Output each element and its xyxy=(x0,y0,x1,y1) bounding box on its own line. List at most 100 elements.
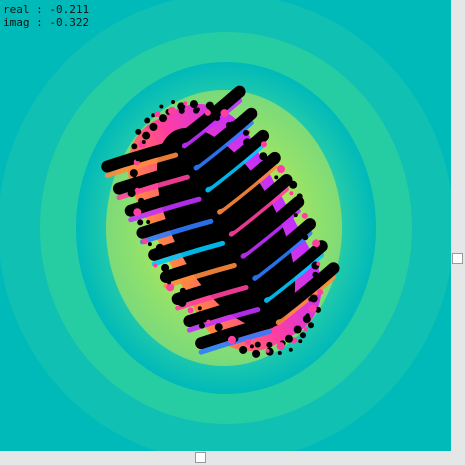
fractal-fringe-dot xyxy=(276,342,285,351)
fractal-fringe-dot xyxy=(169,269,176,276)
fractal-fringe-dot xyxy=(189,100,198,109)
fractal-fringe-dot xyxy=(311,246,316,251)
fractal-fringe-dot xyxy=(161,263,170,272)
fractal-fringe-dot xyxy=(149,122,158,131)
fractal-fringe-dot xyxy=(144,117,151,124)
fractal-fringe-dot xyxy=(179,287,186,294)
fractal-fringe-dot xyxy=(137,177,144,184)
fractal-fringe-dot xyxy=(307,322,314,329)
fractal-fringe-dot xyxy=(145,225,154,234)
fractal-fringe-dot xyxy=(301,212,308,219)
fractal-fringe-dot xyxy=(154,253,161,260)
fractal-fringe-dot xyxy=(135,128,142,135)
fractal-fringe-dot xyxy=(293,325,302,334)
fractal-fringe-dot xyxy=(260,141,267,148)
fractal-fringe-dot xyxy=(313,279,318,284)
fractal-fringe-dot xyxy=(214,323,223,332)
fractal-fringe-dot xyxy=(147,242,152,247)
fractal-fringe-dot xyxy=(317,289,324,296)
fractal-fringe-dot xyxy=(299,332,306,339)
fractal-fringe-dot xyxy=(206,319,211,324)
fractal-viewer-window: real : -0.211 imag : -0.322 xyxy=(0,0,465,465)
fractal-fringe-dot xyxy=(137,219,144,226)
fractal-fringe-dot xyxy=(284,334,293,343)
fractal-fringe-dot xyxy=(305,219,314,228)
fractal-fringe-dot xyxy=(196,311,205,320)
fractal-fringe-dot xyxy=(259,152,268,161)
fractal-fringe-dot xyxy=(133,208,142,217)
fractal-canvas[interactable]: real : -0.211 imag : -0.322 xyxy=(0,0,451,451)
horizontal-scrollbar[interactable] xyxy=(0,451,451,465)
fractal-fringe-dot xyxy=(141,140,146,145)
fractal-fringe-dot xyxy=(215,331,222,338)
fractal-fringe-dot xyxy=(220,109,229,118)
fractal-fringe-dot xyxy=(159,114,168,123)
fractal-fringe-dot xyxy=(183,101,188,106)
scrollbar-corner xyxy=(451,451,465,465)
fractal-fringe-dot xyxy=(266,341,273,348)
fractal-fringe-dot xyxy=(293,213,298,218)
fractal-fringe-dot xyxy=(198,322,205,329)
fractal-fringe-dot xyxy=(135,157,140,162)
fractal-fringe-dot xyxy=(243,138,252,147)
fractal-fringe-dot xyxy=(262,159,267,164)
fractal-fringe-dot xyxy=(227,335,236,344)
fractal-fringe-dot xyxy=(127,189,136,198)
fractal-fringe-dot xyxy=(197,306,202,311)
fractal-fringe-dot xyxy=(231,122,240,131)
julia-set-image[interactable] xyxy=(0,0,451,451)
fractal-fringe-dot xyxy=(265,348,270,353)
coordinate-readout-real: real : -0.211 xyxy=(3,3,90,16)
fractal-fringe-dot xyxy=(239,345,248,354)
fractal-fringe-dot xyxy=(254,341,261,348)
fractal-fringe-dot xyxy=(316,261,321,266)
fractal-fringe-dot xyxy=(243,129,250,136)
fractal-fringe-dot xyxy=(146,220,151,225)
fractal-fringe-dot xyxy=(244,339,251,346)
fractal-fringe-dot xyxy=(296,193,303,200)
fractal-fringe-dot xyxy=(178,298,187,307)
fractal-fringe-dot xyxy=(249,344,254,349)
fractal-fringe-dot xyxy=(308,304,317,313)
fractal-fringe-dot xyxy=(255,143,260,148)
fractal-fringe-dot xyxy=(171,100,176,105)
fractal-fringe-dot xyxy=(131,143,138,150)
fractal-fringe-dot xyxy=(298,339,303,344)
vertical-scroll-thumb[interactable] xyxy=(452,253,463,264)
fractal-fringe-dot xyxy=(289,191,294,196)
fractal-fringe-dot xyxy=(159,104,164,109)
fractal-fringe-dot xyxy=(279,179,286,186)
fractal-fringe-dot xyxy=(252,349,261,358)
vertical-scrollbar[interactable] xyxy=(451,0,465,451)
fractal-fringe-dot xyxy=(274,175,279,180)
fractal-fringe-dot xyxy=(303,327,308,332)
fractal-fringe-dot xyxy=(142,131,151,140)
horizontal-scroll-thumb[interactable] xyxy=(195,452,206,463)
fractal-fringe-dot xyxy=(168,106,177,115)
fractal-fringe-dot xyxy=(312,271,319,278)
fractal-fringe-dot xyxy=(195,107,200,112)
fractal-fringe-dot xyxy=(302,315,311,324)
fractal-fringe-dot xyxy=(153,263,158,268)
fractal-fringe-dot xyxy=(288,347,293,352)
fractal-fringe-dot xyxy=(166,283,175,292)
fractal-fringe-dot xyxy=(308,297,313,302)
fractal-fringe-dot xyxy=(277,165,286,174)
fractal-fringe-dot xyxy=(302,234,309,241)
fractal-fringe-dot xyxy=(272,158,279,165)
fractal-fringe-dot xyxy=(138,197,145,204)
fractal-fringe-dot xyxy=(204,109,211,116)
fractal-fringe-dot xyxy=(166,280,171,285)
fractal-fringe-dot xyxy=(289,180,298,189)
coordinate-readout-imag: imag : -0.322 xyxy=(3,16,90,29)
fractal-fringe-dot xyxy=(292,202,301,211)
fractal-fringe-dot xyxy=(135,187,140,192)
fractal-fringe-dot xyxy=(184,293,189,298)
fractal-fringe-dot xyxy=(187,307,194,314)
fractal-fringe-dot xyxy=(277,350,282,355)
fractal-fringe-dot xyxy=(305,254,312,261)
fractal-fringe-dot xyxy=(155,243,164,252)
fractal-fringe-dot xyxy=(225,121,232,128)
fractal-fringe-dot xyxy=(141,238,148,245)
fractal-fringe-dot xyxy=(132,173,137,178)
